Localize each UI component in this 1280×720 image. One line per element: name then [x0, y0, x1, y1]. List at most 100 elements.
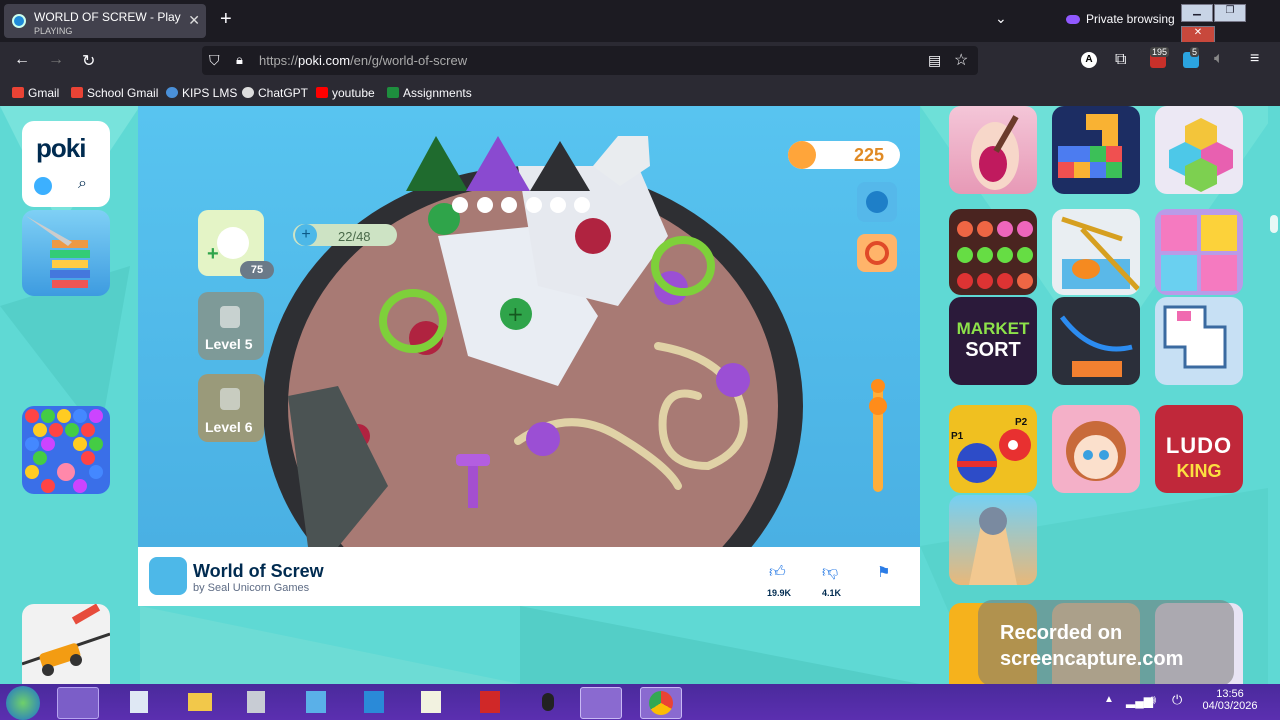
- game-thumb-blocks[interactable]: [1052, 106, 1140, 194]
- game-thumb-ball-battle[interactable]: P1 P2: [949, 405, 1037, 493]
- game-developer[interactable]: by Seal Unicorn Games: [193, 582, 309, 594]
- game-thumb-key-puzzle[interactable]: [1155, 209, 1243, 295]
- bookmark-school-gmail[interactable]: School Gmail: [71, 86, 158, 100]
- game-thumb-bubble-shooter[interactable]: [22, 406, 110, 494]
- power-icon[interactable]: ⏻: [1172, 692, 1182, 708]
- likes-count: 19.9K: [767, 588, 792, 598]
- clock-time: 13:56: [1216, 688, 1244, 700]
- add-hint-icon[interactable]: +: [207, 243, 219, 266]
- taskbar-notepad-icon[interactable]: [120, 687, 160, 717]
- taskbar-firefox-private[interactable]: [57, 687, 99, 719]
- taskbar-paint-icon[interactable]: [296, 687, 336, 717]
- game-thumb-fish-pin[interactable]: [1052, 209, 1140, 295]
- browser-tab[interactable]: WORLD OF SCREW - Play Onlin PLAYING ✕: [4, 4, 206, 38]
- scrollbar-thumb[interactable]: [1270, 215, 1278, 233]
- close-tab-icon[interactable]: ✕: [188, 12, 200, 29]
- minimize-button[interactable]: ▁: [1181, 4, 1213, 22]
- new-tab-button[interactable]: +: [220, 8, 232, 31]
- game-thumb-cat-girl[interactable]: [1052, 405, 1140, 493]
- ublock-badge: 195: [1150, 47, 1170, 57]
- runner-image: [969, 507, 1017, 585]
- thumbs-up-icon[interactable]: 👍︎: [769, 563, 786, 582]
- bookmark-chatgpt[interactable]: ChatGPT: [242, 86, 308, 100]
- king-label: KING: [1176, 461, 1222, 481]
- forward-icon[interactable]: →: [48, 51, 64, 69]
- game-thumb-market-sort[interactable]: MARKET SORT: [949, 297, 1037, 385]
- coin-icon: [788, 141, 816, 169]
- game-canvas[interactable]: +: [138, 106, 920, 547]
- cat-girl-image: [1066, 421, 1126, 481]
- reload-icon[interactable]: ↻: [82, 51, 95, 71]
- speaker-icon[interactable]: 🔈︎: [1214, 50, 1224, 68]
- system-clock[interactable]: 13:56 04/03/2026: [1200, 688, 1260, 712]
- tower-stack-image: [26, 216, 90, 288]
- thumbs-down-icon[interactable]: 👎︎: [822, 563, 838, 582]
- market-label: MARKET: [956, 319, 1030, 338]
- game-thumb-stack[interactable]: [22, 210, 110, 296]
- private-mask-icon: [1066, 15, 1080, 25]
- url-text[interactable]: https://poki.com/en/g/world-of-screw: [259, 53, 467, 68]
- search-icon[interactable]: ⌕: [78, 175, 87, 193]
- bookmark-youtube[interactable]: youtube: [316, 86, 375, 100]
- taskbar-snipping-tool[interactable]: [580, 687, 622, 719]
- kips-icon: [166, 87, 178, 98]
- tray-expand-icon[interactable]: ▲: [1104, 694, 1114, 705]
- level-5-button[interactable]: Level 5: [205, 336, 252, 352]
- list-tabs-chevron-icon[interactable]: ⌄: [995, 10, 1007, 27]
- bookmark-kips-lms[interactable]: KIPS LMS: [166, 86, 237, 100]
- ludo-label: LUDO: [1165, 433, 1233, 458]
- game-thumb-nails[interactable]: [949, 106, 1037, 194]
- shield-icon[interactable]: ⛉: [209, 52, 220, 69]
- block-maze-image: [1163, 305, 1227, 369]
- taskbar-calculator-icon[interactable]: [237, 687, 277, 717]
- lock-icon[interactable]: 🔒︎: [236, 52, 243, 68]
- taskbar-acrobat-icon[interactable]: [470, 687, 510, 717]
- chatgpt-icon: [242, 87, 254, 98]
- extensions-icon[interactable]: ⧉: [1115, 51, 1126, 69]
- poki-logo-card[interactable]: poki ⌕: [22, 121, 110, 207]
- game-board-scene: +: [138, 106, 920, 547]
- game-thumb-draw-car[interactable]: [22, 604, 110, 684]
- taskbar-explorer-icon[interactable]: [180, 687, 220, 717]
- game-thumb-runner[interactable]: [949, 495, 1037, 585]
- bookmark-star-icon[interactable]: ☆: [954, 50, 968, 70]
- report-flag-icon[interactable]: ⚑: [877, 563, 890, 581]
- taskbar-vscode-icon[interactable]: [354, 687, 394, 717]
- poki-logo: poki: [36, 133, 86, 163]
- back-icon[interactable]: ←: [14, 51, 30, 69]
- hexa-sort-image: [1169, 118, 1233, 192]
- player-1-label: P1: [951, 431, 964, 442]
- reader-view-icon[interactable]: ▤: [928, 52, 941, 69]
- game-thumb-hexa[interactable]: [1155, 106, 1243, 194]
- game-thumb-water[interactable]: [1052, 297, 1140, 385]
- maximize-button[interactable]: ❐: [1214, 4, 1246, 22]
- game-thumb-ludo-king[interactable]: LUDO KING: [1155, 405, 1243, 493]
- lock-icon: [220, 306, 240, 328]
- assignments-icon: [387, 87, 399, 98]
- menu-icon[interactable]: ≡: [1250, 50, 1259, 68]
- bookmark-gmail[interactable]: Gmail: [12, 86, 59, 100]
- sort-label: SORT: [965, 339, 1021, 361]
- game-thumb-potions[interactable]: [949, 209, 1037, 295]
- bookmark-assignments[interactable]: Assignments: [387, 86, 472, 100]
- progress-counter: 22/48: [338, 229, 371, 244]
- window-controls: ▁ ❐✕: [1181, 0, 1277, 44]
- settings-gear-button[interactable]: [734, 182, 774, 222]
- start-button[interactable]: [6, 686, 40, 720]
- extension-badge: 5: [1190, 47, 1200, 57]
- taskbar-graph-icon[interactable]: [411, 687, 451, 717]
- fish-pin-image: [1061, 216, 1140, 291]
- level-6-button[interactable]: Level 6: [205, 419, 252, 435]
- account-icon[interactable]: A: [1081, 52, 1097, 68]
- game-thumb-maze[interactable]: [1155, 297, 1243, 385]
- restart-button[interactable]: [734, 234, 774, 272]
- taskbar-mouse-icon[interactable]: [528, 687, 568, 717]
- page-scrollbar[interactable]: [1268, 106, 1280, 684]
- screw-icon: +: [295, 224, 317, 246]
- smiley-icon[interactable]: [34, 177, 52, 195]
- tab-status: PLAYING: [34, 26, 73, 36]
- volume-icon[interactable]: 🔊︎: [1148, 692, 1156, 708]
- taskbar-chrome[interactable]: [640, 687, 682, 719]
- key-puzzle-image: [1161, 215, 1237, 291]
- hint-cost-badge: 75: [240, 261, 274, 279]
